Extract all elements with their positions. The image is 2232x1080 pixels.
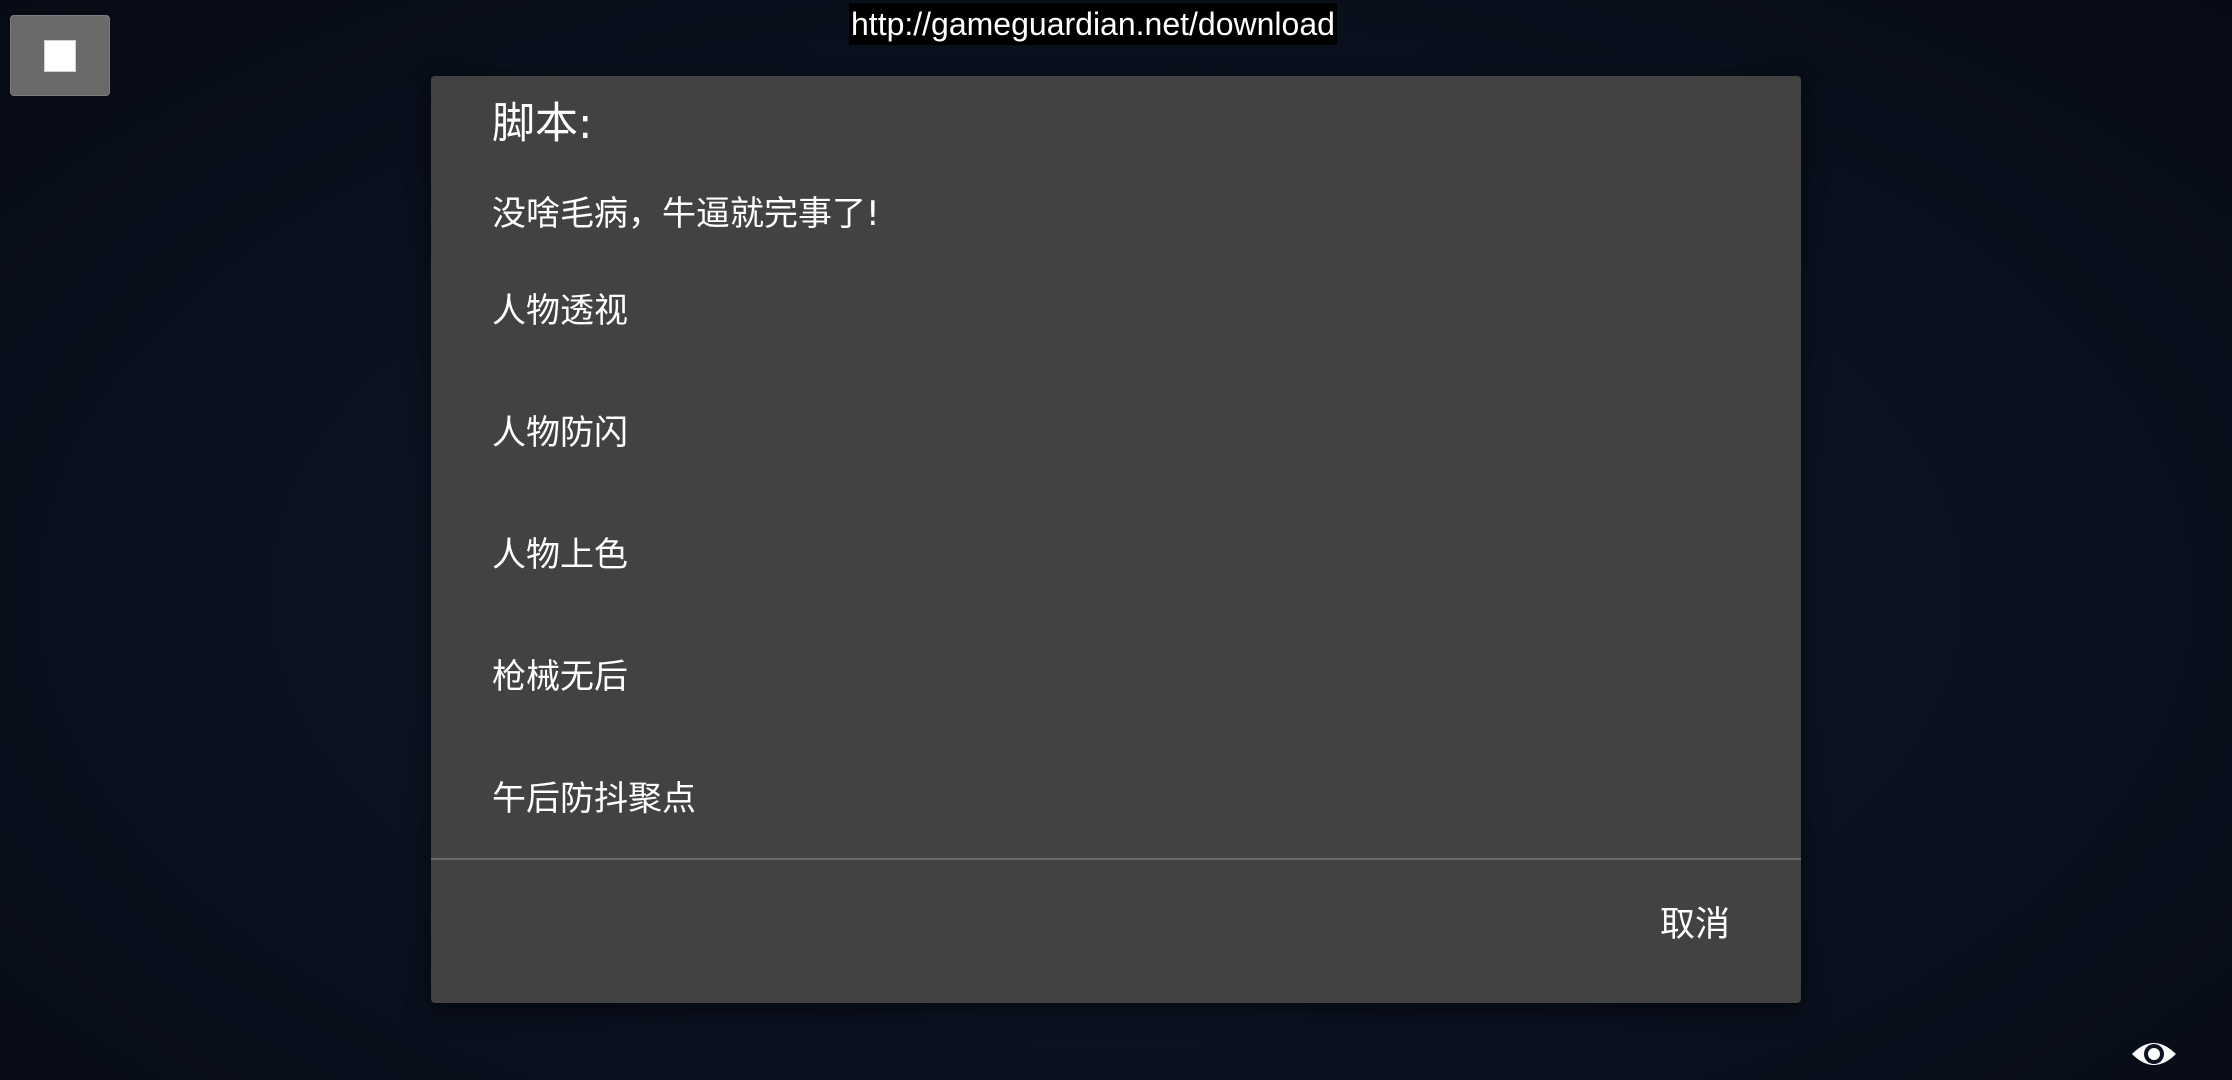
option-item-colorize[interactable]: 人物上色 — [431, 494, 1801, 616]
option-item-anti-flash[interactable]: 人物防闪 — [431, 372, 1801, 494]
stop-square-icon — [44, 39, 76, 72]
option-list: 人物透视 人物防闪 人物上色 枪械无后 午后防抖聚点 — [431, 250, 1801, 860]
dialog-divider — [431, 858, 1801, 860]
eye-icon[interactable] — [2130, 1034, 2178, 1074]
dialog-title: 脚本: — [492, 99, 593, 149]
url-banner[interactable]: http://gameguardian.net/download — [849, 3, 1337, 45]
option-item-anti-shake[interactable]: 午后防抖聚点 — [431, 738, 1801, 860]
option-item-esp[interactable]: 人物透视 — [431, 250, 1801, 372]
cancel-button[interactable]: 取消 — [1660, 902, 1730, 948]
dialog-message: 没啥毛病，牛逼就完事了! — [492, 194, 880, 234]
option-item-no-recoil[interactable]: 枪械无后 — [431, 616, 1801, 738]
stop-script-button[interactable] — [10, 15, 110, 96]
script-menu-dialog: 脚本: 没啥毛病，牛逼就完事了! 人物透视 人物防闪 人物上色 枪械无后 午后防… — [431, 76, 1801, 1003]
